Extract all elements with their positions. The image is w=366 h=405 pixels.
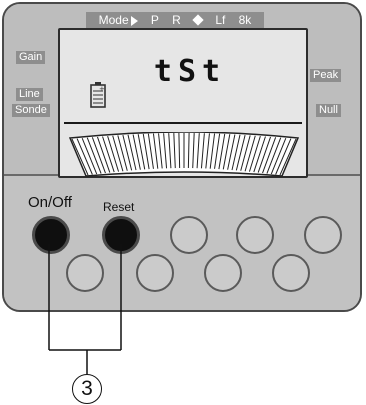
play-arrow-icon (130, 15, 138, 26)
keypad-button[interactable] (66, 254, 104, 292)
line-label: Line (16, 88, 43, 101)
null-label: Null (316, 104, 341, 117)
mode-label: Mode (99, 12, 138, 28)
keypad-button[interactable] (136, 254, 174, 292)
mode-item-r: R (172, 13, 181, 27)
keypad-button[interactable] (272, 254, 310, 292)
callout-number: 3 (72, 374, 102, 404)
lcd-divider (64, 122, 302, 124)
mode-item-p: P (150, 13, 159, 27)
mode-bar: Mode P R Lf 8k (86, 12, 264, 28)
on-off-label: On/Off (28, 194, 72, 211)
lcd-readout: tSt (153, 54, 227, 89)
keypad-button[interactable] (204, 254, 242, 292)
reset-label: Reset (103, 200, 135, 214)
battery-icon: + (90, 82, 106, 108)
mode-item-8k: 8k (238, 13, 252, 27)
reset-button[interactable] (102, 216, 140, 254)
keypad-button[interactable] (304, 216, 342, 254)
mode-item-lf: Lf (215, 13, 226, 27)
signal-gauge (68, 132, 300, 177)
keypad-button[interactable] (236, 216, 274, 254)
on-off-button[interactable] (32, 216, 70, 254)
diamond-icon (192, 14, 204, 26)
keypad-button[interactable] (170, 216, 208, 254)
gain-label: Gain (16, 51, 46, 64)
svg-text:+: + (99, 85, 105, 93)
sonde-label: Sonde (12, 104, 50, 117)
peak-label: Peak (310, 69, 342, 82)
